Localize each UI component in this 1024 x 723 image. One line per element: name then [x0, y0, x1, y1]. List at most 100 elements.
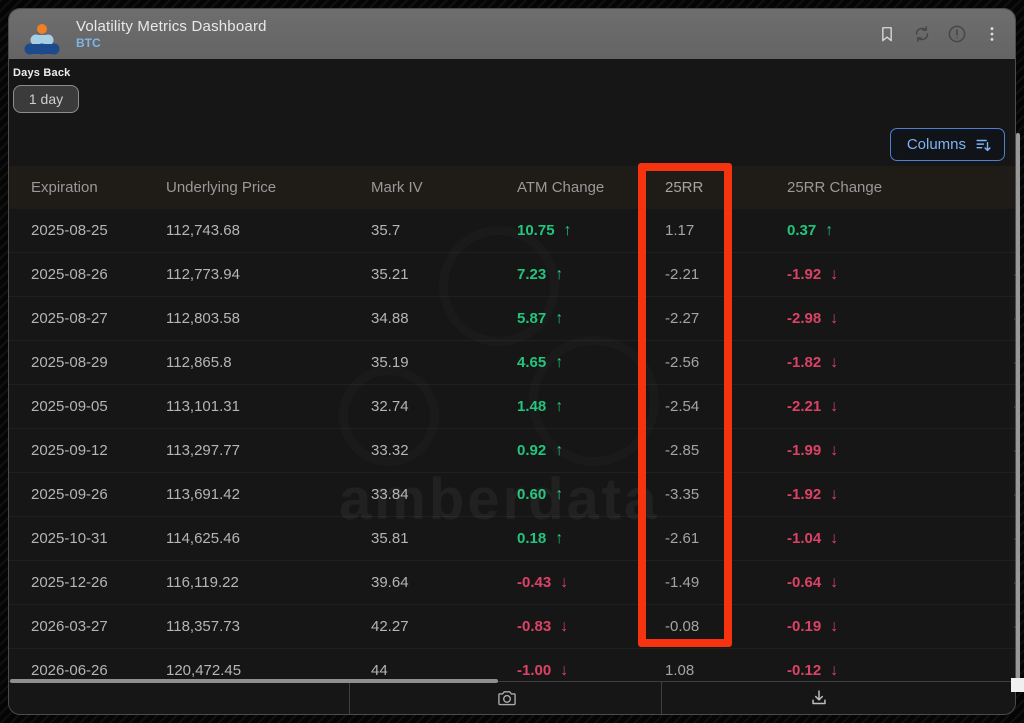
atm-change-value: 7.23 [517, 266, 546, 283]
table-row[interactable]: 2025-08-29112,865.835.194.65↑-2.56-1.82↓… [9, 341, 1015, 385]
rr25-change-cell: -2.98↓ [781, 310, 1006, 328]
atm-change-value: -0.83 [517, 618, 551, 635]
atm-change-value: 1.48 [517, 398, 546, 415]
arrow-up-icon: ↑ [555, 442, 563, 459]
column-header[interactable]: 1 [1006, 179, 1015, 196]
arrow-up-icon: ↑ [555, 398, 563, 415]
column-header[interactable]: 25RR Change [781, 179, 1006, 196]
rr25-change-cell: -0.19↓ [781, 618, 1006, 636]
rr25-cell: -2.61 [653, 530, 781, 547]
column-header[interactable]: ATM Change [511, 179, 653, 196]
mark-iv-cell: 34.88 [371, 310, 511, 327]
columns-filter-icon [974, 136, 992, 154]
expiration-cell: 2025-08-26 [31, 266, 166, 283]
bookmark-icon[interactable] [876, 23, 898, 45]
rr25-change-cell: -1.82↓ [781, 354, 1006, 372]
dashboard-card: Volatility Metrics Dashboard BTC Days Ba… [8, 8, 1016, 715]
rr25-change-value: -1.99 [787, 442, 821, 459]
underlying-price-cell: 120,472.45 [166, 662, 371, 679]
underlying-price-cell: 116,119.22 [166, 574, 371, 591]
alert-icon[interactable] [946, 23, 968, 45]
rr25-change-value: -1.92 [787, 486, 821, 503]
screenshot-camera-icon[interactable] [495, 686, 519, 710]
rr25-change-value: -0.12 [787, 662, 821, 679]
page-title: Volatility Metrics Dashboard [76, 18, 267, 36]
days-back-select[interactable]: 1 day [13, 85, 79, 113]
arrow-down-icon: ↓ [560, 618, 568, 635]
clipped-cell: -5 [1006, 486, 1015, 503]
clipped-cell: -3 [1006, 266, 1015, 283]
table-row[interactable]: 2026-06-26120,472.4544-1.00↓1.08-0.12↓1 [9, 649, 1015, 681]
rr25-cell: -2.21 [653, 266, 781, 283]
columns-button[interactable]: Columns [890, 128, 1005, 161]
table-row[interactable]: 2025-09-26113,691.4233.840.60↑-3.35-1.92… [9, 473, 1015, 517]
clipped-cell: -2 [1006, 574, 1015, 591]
arrow-down-icon: ↓ [830, 354, 838, 371]
table-row[interactable]: 2025-08-25112,743.6835.710.75↑1.170.37↑1 [9, 209, 1015, 253]
rr25-cell: -0.08 [653, 618, 781, 635]
table-row[interactable]: 2025-10-31114,625.4635.810.18↑-2.61-1.04… [9, 517, 1015, 561]
underlying-price-cell: 113,691.42 [166, 486, 371, 503]
column-header[interactable]: 25RR [653, 179, 781, 196]
expiration-cell: 2025-09-26 [31, 486, 166, 503]
column-header[interactable]: Underlying Price [166, 179, 371, 196]
arrow-down-icon: ↓ [830, 618, 838, 635]
refresh-icon[interactable] [911, 23, 933, 45]
arrow-up-icon: ↑ [555, 354, 563, 371]
rr25-change-cell: -1.92↓ [781, 266, 1006, 284]
table-body: 2025-08-25112,743.6835.710.75↑1.170.37↑1… [9, 209, 1015, 681]
atm-change-value: -0.43 [517, 574, 551, 591]
underlying-price-cell: 112,773.94 [166, 266, 371, 283]
toolbar-divider [661, 682, 662, 714]
atm-change-cell: -1.00↓ [511, 662, 653, 680]
expiration-cell: 2025-08-25 [31, 222, 166, 239]
rr25-cell: -2.27 [653, 310, 781, 327]
title-block: Volatility Metrics Dashboard BTC [76, 18, 267, 50]
rr25-change-value: -1.92 [787, 266, 821, 283]
amberdata-logo [15, 15, 67, 57]
mark-iv-cell: 39.64 [371, 574, 511, 591]
rr25-cell: -2.85 [653, 442, 781, 459]
overflow-menu-icon[interactable] [981, 23, 1003, 45]
clipped-cell: 1 [1006, 222, 1015, 239]
expiration-cell: 2026-03-27 [31, 618, 166, 635]
table-row[interactable]: 2025-09-05113,101.3132.741.48↑-2.54-2.21… [9, 385, 1015, 429]
rr25-change-cell: -1.99↓ [781, 442, 1006, 460]
table-row[interactable]: 2025-12-26116,119.2239.64-0.43↓-1.49-0.6… [9, 561, 1015, 605]
column-header[interactable]: Mark IV [371, 179, 511, 196]
underlying-price-cell: 118,357.73 [166, 618, 371, 635]
table-row[interactable]: 2025-08-27112,803.5834.885.87↑-2.27-2.98… [9, 297, 1015, 341]
atm-change-cell: 1.48 ↑ [511, 398, 653, 416]
arrow-down-icon: ↓ [830, 530, 838, 547]
arrow-down-icon: ↓ [830, 310, 838, 327]
rr25-change-cell: 0.37↑ [781, 222, 1006, 240]
table-row[interactable]: 2025-08-26112,773.9435.217.23↑-2.21-1.92… [9, 253, 1015, 297]
rr25-change-cell: -0.12 ↓ [781, 662, 1006, 680]
rr25-change-value: 0.37 [787, 222, 816, 239]
arrow-down-icon: ↓ [830, 662, 838, 679]
table-row[interactable]: 2026-03-27118,357.7342.27-0.83↓-0.08-0.1… [9, 605, 1015, 649]
expiration-cell: 2025-08-27 [31, 310, 166, 327]
rr25-change-value: -0.64 [787, 574, 821, 591]
atm-change-cell: -0.43 ↓ [511, 574, 653, 592]
atm-change-cell: -0.83 ↓ [511, 618, 653, 636]
arrow-down-icon: ↓ [830, 486, 838, 503]
rr25-cell: -2.56 [653, 354, 781, 371]
underlying-price-cell: 112,803.58 [166, 310, 371, 327]
clipped-cell: -4 [1006, 442, 1015, 459]
download-icon[interactable] [807, 686, 831, 710]
table-row[interactable]: 2025-09-12113,297.7733.320.92↑-2.85-1.99… [9, 429, 1015, 473]
horizontal-scrollbar[interactable] [10, 679, 498, 683]
vertical-scrollbar[interactable] [1016, 133, 1020, 679]
column-header[interactable]: Expiration [31, 179, 166, 196]
atm-change-cell: 0.18↑ [511, 530, 653, 548]
arrow-down-icon: ↓ [830, 574, 838, 591]
mark-iv-cell: 35.81 [371, 530, 511, 547]
arrow-up-icon: ↑ [555, 310, 563, 327]
rr25-cell: -3.35 [653, 486, 781, 503]
bottom-toolbar [9, 681, 1015, 714]
underlying-price-cell: 113,297.77 [166, 442, 371, 459]
arrow-down-icon: ↓ [560, 574, 568, 591]
columns-button-label: Columns [907, 136, 966, 153]
rr25-change-cell: -0.64 ↓ [781, 574, 1006, 592]
